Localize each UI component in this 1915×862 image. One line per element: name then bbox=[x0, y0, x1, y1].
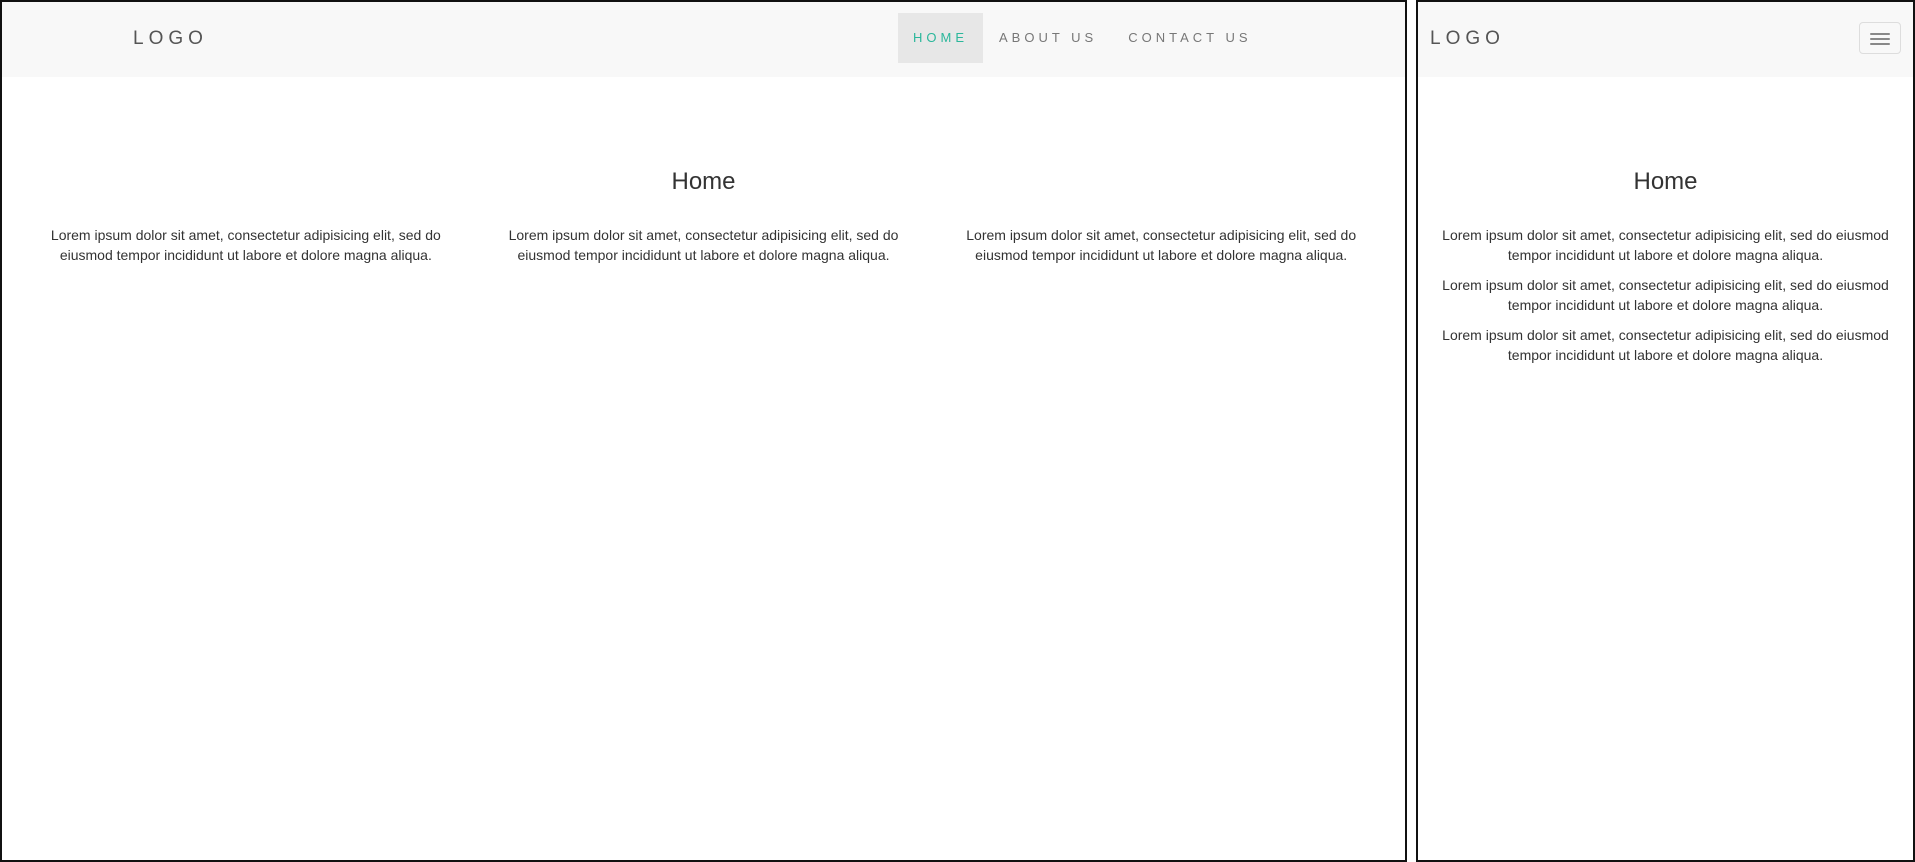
content-paragraph: Lorem ipsum dolor sit amet, consectetur … bbox=[1442, 227, 1889, 263]
hamburger-menu-icon[interactable] bbox=[1859, 22, 1901, 54]
mobile-logo[interactable]: LOGO bbox=[1430, 28, 1505, 50]
mobile-page-title: Home bbox=[1633, 168, 1698, 195]
mobile-content-list: Lorem ipsum dolor sit amet, consectetur … bbox=[1433, 225, 1898, 375]
desktop-logo[interactable]: LOGO bbox=[133, 28, 208, 50]
desktop-navbar: LOGO HOME ABOUT US CONTACT US bbox=[2, 2, 1405, 77]
desktop-nav-links: HOME ABOUT US CONTACT US bbox=[898, 13, 1267, 63]
desktop-view: LOGO HOME ABOUT US CONTACT US Home Lorem… bbox=[0, 0, 1407, 862]
mobile-navbar: LOGO bbox=[1418, 2, 1913, 77]
menu-bar bbox=[1870, 33, 1890, 35]
nav-link-about-us[interactable]: ABOUT US bbox=[984, 13, 1112, 63]
content-paragraph: Lorem ipsum dolor sit amet, consectetur … bbox=[1442, 327, 1889, 363]
nav-link-home[interactable]: HOME bbox=[898, 13, 983, 63]
content-column: Lorem ipsum dolor sit amet, consectetur … bbox=[966, 227, 1357, 263]
mobile-view: LOGO Home Lorem ipsum dolor sit amet, co… bbox=[1416, 0, 1915, 862]
desktop-page-title: Home bbox=[671, 168, 736, 195]
content-paragraph: Lorem ipsum dolor sit amet, consectetur … bbox=[1442, 277, 1889, 313]
desktop-content-columns: Lorem ipsum dolor sit amet, consectetur … bbox=[17, 225, 1390, 265]
menu-bar bbox=[1870, 38, 1890, 40]
menu-bar bbox=[1870, 43, 1890, 45]
content-column: Lorem ipsum dolor sit amet, consectetur … bbox=[508, 227, 899, 263]
nav-link-contact-us[interactable]: CONTACT US bbox=[1113, 13, 1266, 63]
content-column: Lorem ipsum dolor sit amet, consectetur … bbox=[50, 227, 441, 263]
